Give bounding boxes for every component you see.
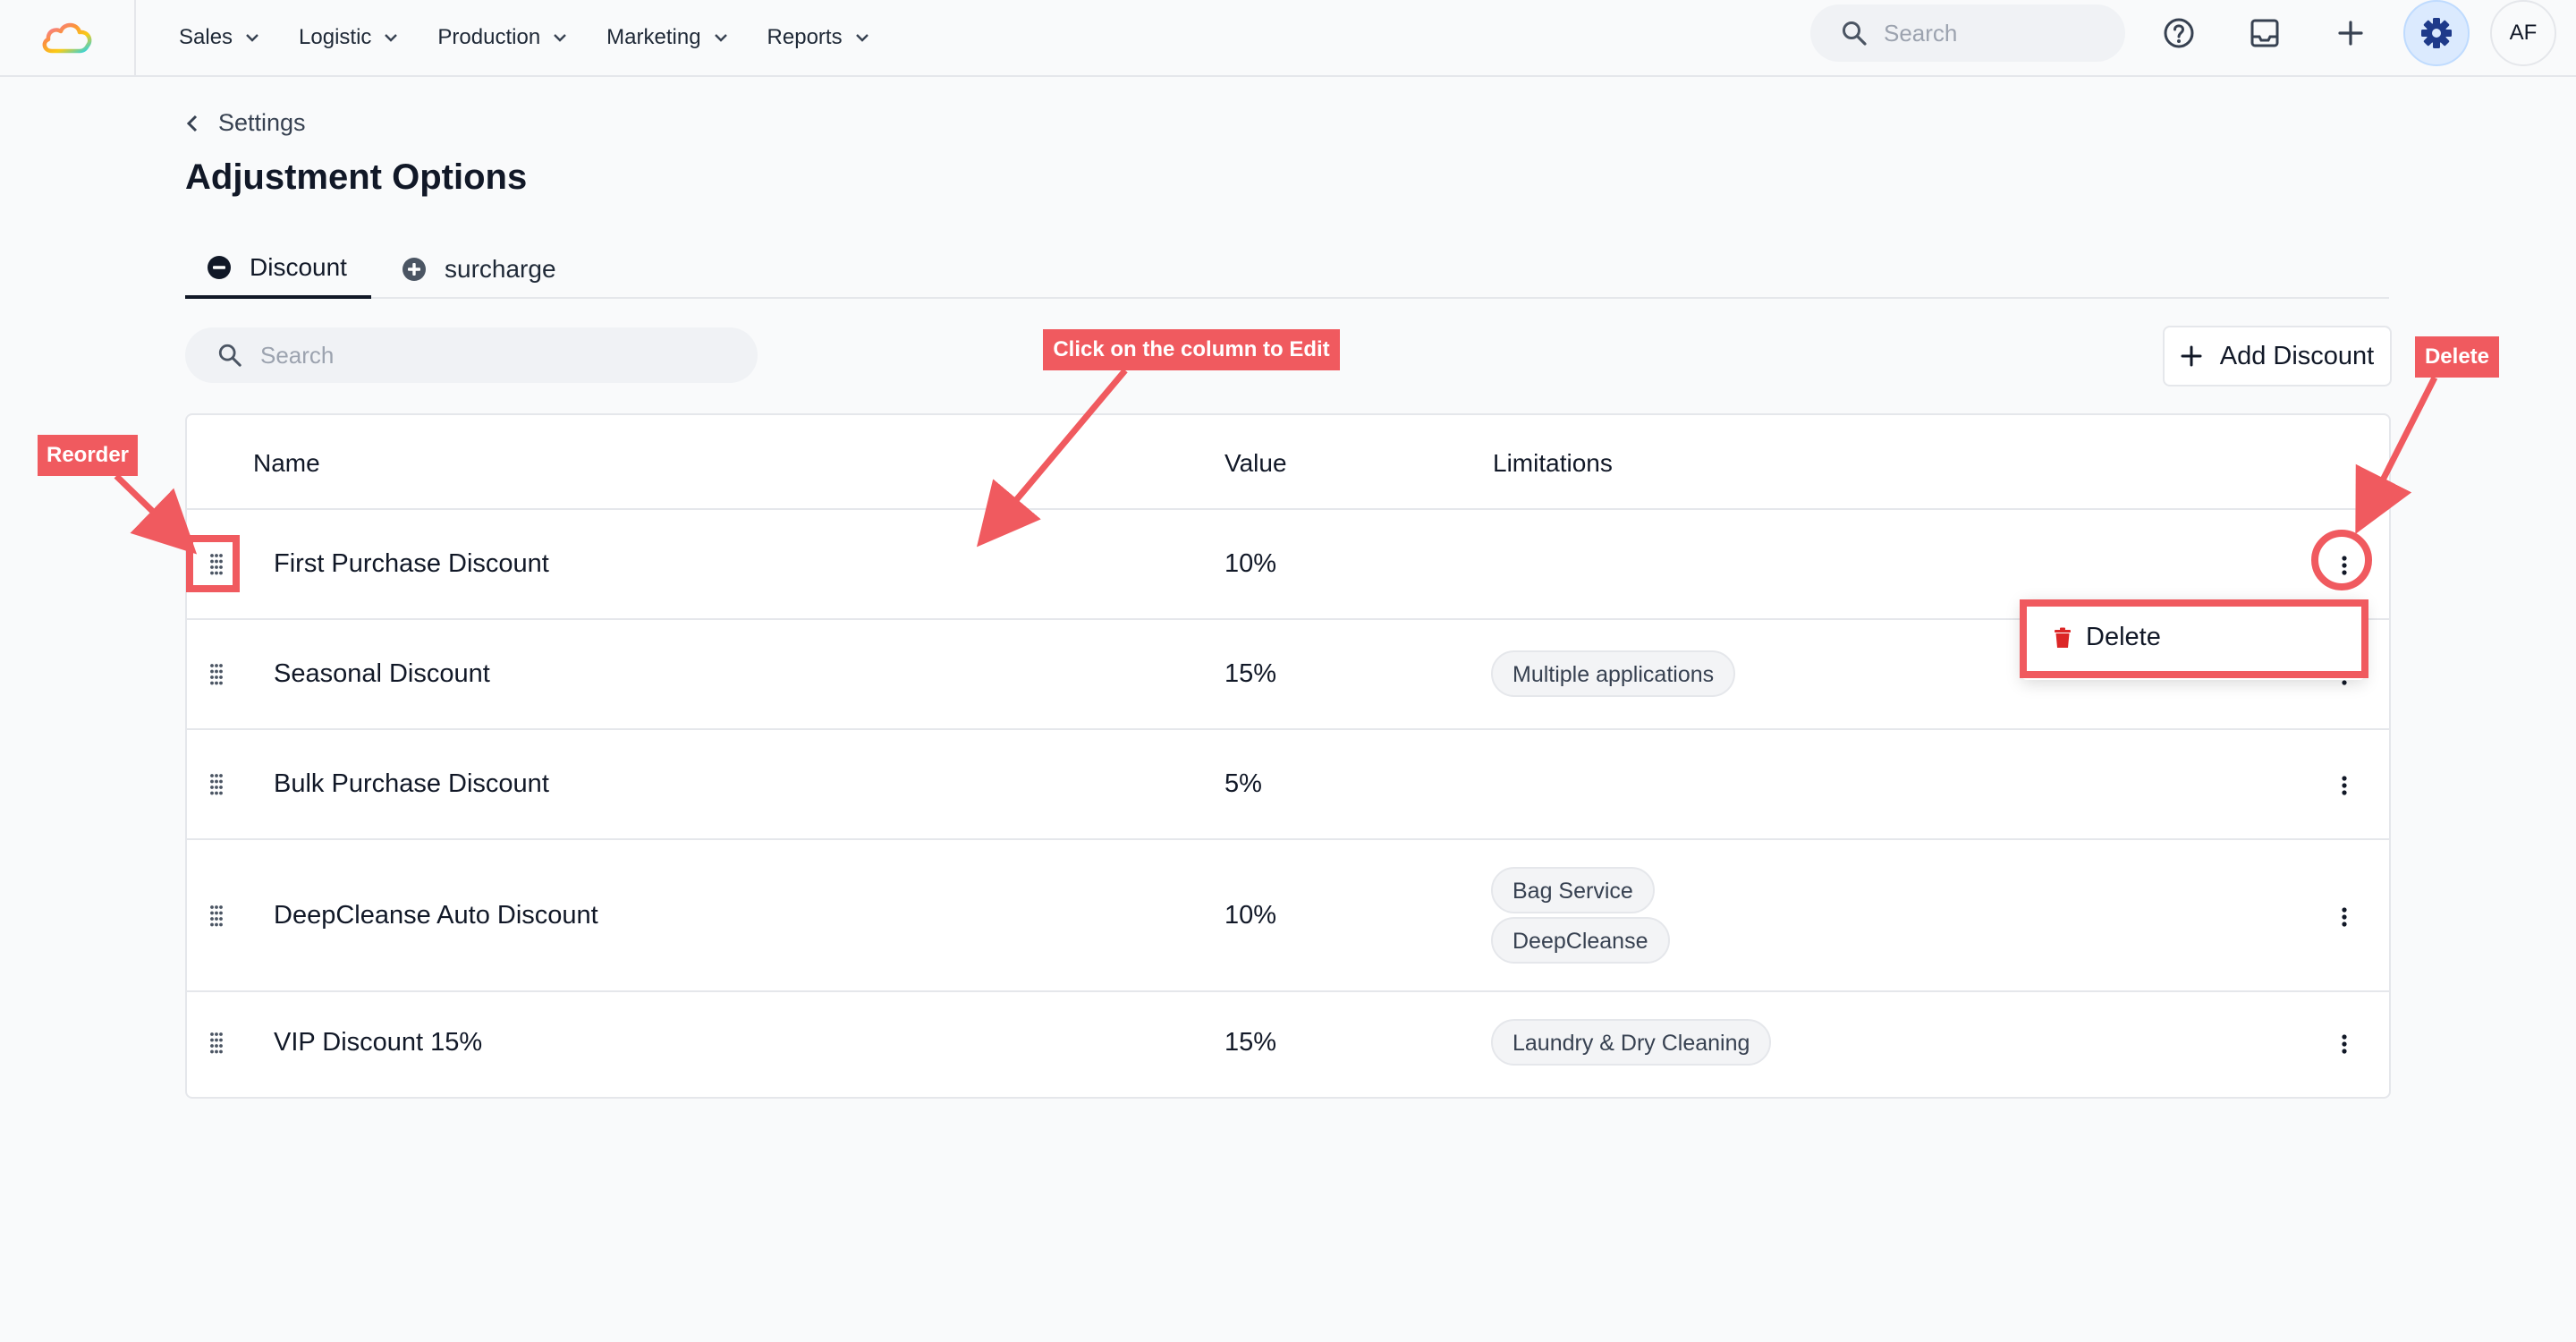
more-vertical-icon[interactable] (2326, 899, 2362, 935)
top-navbar: Sales Logistic Production Marketing Repo… (0, 0, 2576, 77)
gear-icon (2421, 18, 2452, 48)
limitation-chip: Laundry & Dry Cleaning (1491, 1019, 1772, 1066)
tab-surcharge-label: surcharge (445, 255, 556, 283)
limitations-cell: Multiple applications (1491, 650, 1736, 697)
chevron-down-icon (246, 34, 258, 42)
user-avatar[interactable]: AF (2490, 0, 2556, 66)
table-row[interactable]: DeepCleanse Auto Discount 10% Bag Servic… (187, 840, 2389, 992)
nav-reports-label: Reports (767, 25, 843, 49)
row-name[interactable]: First Purchase Discount (274, 549, 549, 579)
help-button[interactable] (2151, 5, 2207, 61)
row-name[interactable]: DeepCleanse Auto Discount (274, 901, 598, 930)
reorder-arrow (114, 473, 198, 555)
breadcrumb-back[interactable]: Settings (186, 109, 306, 137)
breadcrumb-label: Settings (218, 109, 306, 136)
more-vertical-icon[interactable] (2326, 768, 2362, 803)
column-header-limitations: Limitations (1493, 449, 1613, 477)
reorder-highlight (186, 535, 240, 592)
more-vertical-icon[interactable] (2326, 1026, 2362, 1062)
add-discount-label: Add Discount (2219, 341, 2375, 370)
chevron-down-icon (714, 34, 727, 42)
plus-icon (2338, 21, 2363, 46)
search-icon (1843, 21, 1867, 46)
global-search-input[interactable] (1884, 19, 2098, 47)
limitation-chip: Multiple applications (1491, 650, 1736, 697)
delete-highlight (2020, 599, 2368, 678)
row-value[interactable]: 10% (1224, 549, 1276, 579)
nav-production-label: Production (437, 25, 541, 49)
tab-discount-label: Discount (250, 253, 347, 281)
limitation-chip: Bag Service (1491, 867, 1655, 913)
row-name[interactable]: VIP Discount 15% (274, 1028, 482, 1057)
chevron-down-icon (554, 34, 567, 42)
delete-annotation-label: Delete (2415, 336, 2499, 378)
cloud-logo-icon (42, 22, 92, 54)
inbox-icon (2250, 19, 2279, 47)
row-value[interactable]: 5% (1224, 769, 1262, 799)
create-button[interactable] (2323, 5, 2378, 61)
chevron-down-icon (855, 34, 869, 42)
row-name[interactable]: Seasonal Discount (274, 659, 490, 689)
row-value[interactable]: 10% (1224, 901, 1276, 930)
chevron-left-icon (186, 115, 198, 132)
tab-discount[interactable]: Discount (185, 240, 371, 299)
search-icon (218, 344, 242, 367)
limitations-cell: DeepCleanse (1491, 917, 1670, 964)
table-header: Name Value Limitations (187, 415, 2389, 510)
discount-search[interactable] (185, 327, 758, 383)
nav-sales-label: Sales (179, 25, 233, 49)
nav-reports[interactable]: Reports (767, 25, 869, 50)
add-discount-button[interactable]: Add Discount (2163, 326, 2392, 386)
column-header-value: Value (1224, 449, 1287, 477)
settings-button[interactable] (2403, 0, 2470, 66)
inbox-button[interactable] (2237, 5, 2292, 61)
reorder-annotation-label: Reorder (38, 435, 138, 476)
column-header-name: Name (253, 449, 320, 477)
help-circle-icon (2164, 18, 2194, 48)
minus-circle-icon (208, 256, 231, 279)
limitation-chip: DeepCleanse (1491, 917, 1670, 964)
kebab-highlight (2311, 530, 2372, 590)
main-nav: Sales Logistic Production Marketing Repo… (179, 0, 909, 75)
global-search[interactable] (1810, 4, 2125, 62)
drag-handle-icon[interactable] (207, 1030, 226, 1057)
edit-annotation-label: Click on the column to Edit (1043, 329, 1340, 370)
nav-marketing[interactable]: Marketing (606, 25, 727, 50)
nav-logistic[interactable]: Logistic (299, 25, 398, 50)
nav-production[interactable]: Production (437, 25, 567, 50)
row-name[interactable]: Bulk Purchase Discount (274, 769, 549, 799)
drag-handle-icon[interactable] (207, 661, 226, 688)
table-row[interactable]: Bulk Purchase Discount 5% (187, 730, 2389, 840)
row-value[interactable]: 15% (1224, 659, 1276, 689)
logo-cell[interactable] (0, 0, 136, 75)
avatar-initials: AF (2509, 21, 2538, 45)
nav-logistic-label: Logistic (299, 25, 372, 49)
limitations-cell: Laundry & Dry Cleaning (1491, 1019, 1772, 1066)
plus-icon (2181, 345, 2202, 367)
tab-bar: Discount surcharge (185, 240, 2389, 299)
drag-handle-icon[interactable] (207, 771, 226, 798)
nav-marketing-label: Marketing (606, 25, 701, 49)
tab-surcharge[interactable]: surcharge (402, 240, 556, 299)
plus-circle-icon (402, 258, 426, 281)
page-title: Adjustment Options (185, 157, 528, 197)
limitations-cell: Bag Service (1491, 867, 1655, 913)
discount-search-input[interactable] (260, 341, 725, 369)
nav-sales[interactable]: Sales (179, 25, 259, 50)
chevron-down-icon (385, 34, 398, 42)
table-row[interactable]: VIP Discount 15% 15% Laundry & Dry Clean… (187, 992, 2389, 1097)
discount-table: Name Value Limitations First Purchase Di… (185, 413, 2391, 1099)
drag-handle-icon[interactable] (207, 903, 226, 930)
row-value[interactable]: 15% (1224, 1028, 1276, 1057)
